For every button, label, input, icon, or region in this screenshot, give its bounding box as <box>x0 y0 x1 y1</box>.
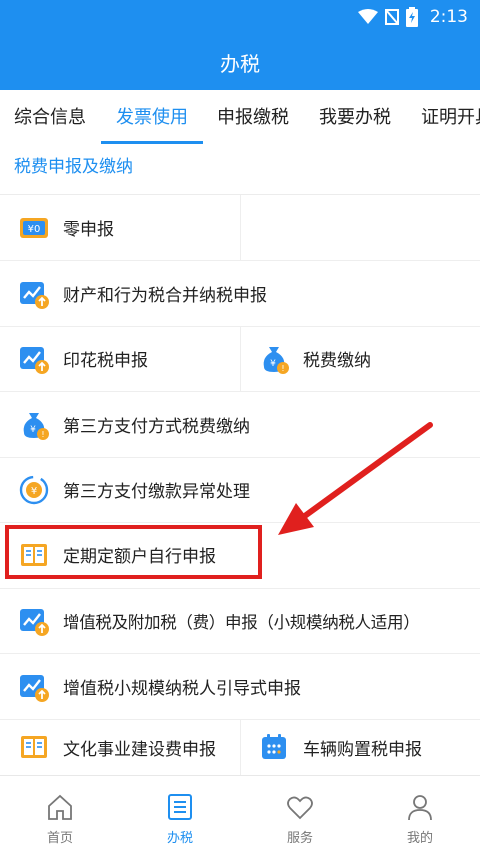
status-bar: 2:13 <box>0 0 480 34</box>
item-label: 文化事业建设费申报 <box>63 739 216 760</box>
money-bag-icon <box>18 409 50 441</box>
item-label: 第三方支付缴款异常处理 <box>63 482 250 502</box>
zero-declare-icon <box>18 212 50 244</box>
status-icons: 2:13 <box>357 6 468 28</box>
item-label: 车辆购置税申报 <box>303 739 422 760</box>
tab-bar: 综合信息 发票使用 申报缴税 我要办税 证明开具 <box>0 90 480 146</box>
nav-label: 我的 <box>406 831 433 846</box>
heart-icon <box>287 796 313 820</box>
trend-chart-icon <box>18 278 50 310</box>
item-label: 印花税申报 <box>63 351 148 371</box>
item-vehicle-purchase-tax[interactable]: 车辆购置税申报 <box>240 719 480 775</box>
money-bag-icon <box>258 343 290 375</box>
item-label: 财产和行为税合并纳税申报 <box>63 286 267 306</box>
item-vat-guided-declare[interactable]: 增值税小规模纳税人引导式申报 <box>0 654 480 719</box>
item-label: 增值税及附加税（费）申报（小规模纳税人适用） <box>63 612 420 632</box>
item-label: 税费缴纳 <box>303 351 371 371</box>
item-label: 增值税小规模纳税人引导式申报 <box>63 679 301 699</box>
battery-charging-icon <box>405 7 418 27</box>
nav-home[interactable]: 首页 <box>0 776 120 855</box>
calendar-icon <box>258 731 290 763</box>
trend-chart-icon <box>18 671 50 703</box>
nav-label: 服务 <box>286 831 313 846</box>
tab-declare-pay[interactable]: 申报缴税 <box>217 90 289 146</box>
item-property-behavior-tax[interactable]: 财产和行为税合并纳税申报 <box>0 261 480 326</box>
item-culture-fee[interactable]: 文化事业建设费申报 <box>0 719 240 775</box>
item-zero-declare[interactable]: 零申报 <box>0 195 240 260</box>
clock: 2:13 <box>429 7 468 27</box>
list-icon <box>168 794 192 820</box>
tab-certificate[interactable]: 证明开具 <box>421 90 480 146</box>
section-title: 税费申报及缴纳 <box>14 157 133 177</box>
tab-invoice-use[interactable]: 发票使用 <box>116 90 188 146</box>
nav-label: 办税 <box>166 831 193 846</box>
book-icon <box>18 731 50 763</box>
item-third-party-payment[interactable]: 第三方支付方式税费缴纳 <box>0 392 480 457</box>
active-tab-indicator <box>101 141 203 144</box>
no-signal-icon <box>384 9 399 25</box>
refresh-coin-icon <box>18 474 50 506</box>
home-icon <box>48 794 72 820</box>
item-third-party-exception[interactable]: 第三方支付缴款异常处理 <box>0 457 480 522</box>
item-label: 零申报 <box>63 220 114 240</box>
nav-mine[interactable]: 我的 <box>360 776 480 855</box>
page-title: 办税 <box>0 34 480 90</box>
highlight-box <box>5 525 262 579</box>
item-label: 第三方支付方式税费缴纳 <box>63 417 250 437</box>
trend-chart-icon <box>18 343 50 375</box>
item-stamp-tax[interactable]: 印花税申报 <box>0 326 240 391</box>
wifi-icon <box>357 9 378 24</box>
trend-chart-icon <box>18 605 50 637</box>
nav-label: 首页 <box>46 831 73 846</box>
tab-general-info[interactable]: 综合信息 <box>14 90 86 146</box>
tab-i-want-tax[interactable]: 我要办税 <box>319 90 391 146</box>
bottom-nav: 首页 办税 服务 我的 <box>0 775 480 855</box>
user-icon <box>408 795 432 821</box>
item-tax-payment[interactable]: 税费缴纳 <box>240 326 480 391</box>
nav-tax[interactable]: 办税 <box>120 776 240 855</box>
nav-service[interactable]: 服务 <box>240 776 360 855</box>
divider <box>240 195 241 260</box>
item-vat-small-scale[interactable]: 增值税及附加税（费）申报（小规模纳税人适用） <box>0 588 480 653</box>
